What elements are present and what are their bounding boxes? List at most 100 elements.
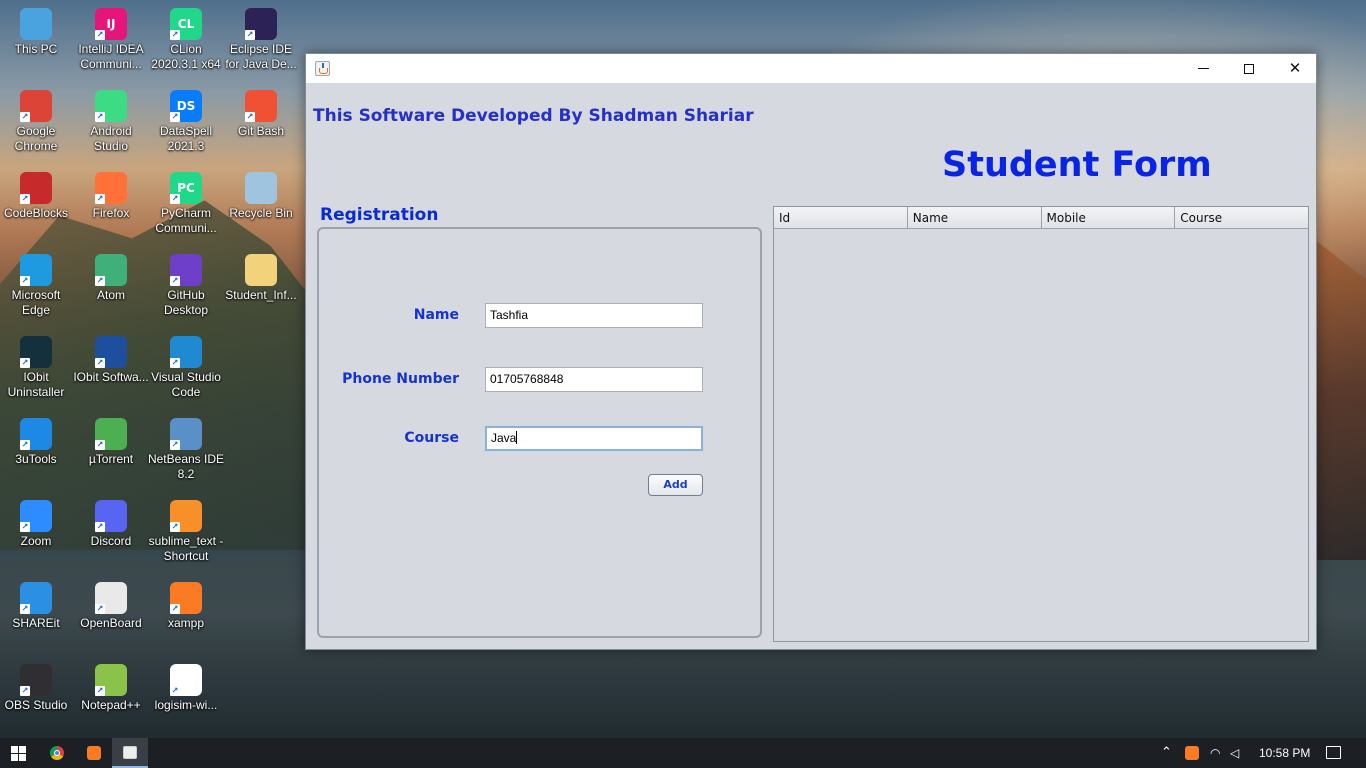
desktop-shortcut-label: Firefox: [92, 206, 130, 220]
shortcut-arrow-icon: ↗: [20, 194, 30, 204]
desktop-shortcut[interactable]: ↗ xampp: [147, 582, 225, 631]
desktop-shortcut[interactable]: ↗ Android Studio: [72, 90, 150, 154]
desktop-shortcut-label: Student_Inf...: [225, 288, 297, 302]
desktop-shortcut[interactable]: ↗ Discord: [72, 500, 150, 549]
desktop-shortcut[interactable]: ↗ OpenBoard: [72, 582, 150, 631]
desktop-shortcut-label: CodeBlocks: [3, 206, 69, 220]
desktop-shortcut[interactable]: DS ↗ DataSpell 2021.3: [147, 90, 225, 154]
column-header-id[interactable]: Id: [774, 207, 908, 229]
course-label: Course: [404, 430, 459, 446]
column-header-course[interactable]: Course: [1175, 207, 1308, 229]
desktop-shortcut[interactable]: Student_Inf...: [222, 254, 300, 303]
student-form-window[interactable]: ✕ This Software Developed By Shadman Sha…: [305, 53, 1317, 650]
add-button[interactable]: Add: [648, 474, 703, 496]
desktop-shortcut-label: SHAREit: [12, 616, 60, 630]
clock-time[interactable]: 10:58 PM: [1259, 746, 1310, 760]
desktop-shortcut[interactable]: ↗ IObit Softwa...: [72, 336, 150, 385]
desktop-shortcut[interactable]: ↗ Zoom: [0, 500, 75, 549]
desktop-shortcut[interactable]: ↗ OBS Studio: [0, 664, 75, 713]
intellij-icon: IJ ↗: [95, 8, 127, 40]
notepadpp-icon: ↗: [95, 664, 127, 696]
desktop-shortcut-label: Recycle Bin: [229, 206, 293, 220]
phone-number-field[interactable]: 01705768848: [485, 367, 703, 392]
column-header-mobile[interactable]: Mobile: [1041, 207, 1176, 229]
desktop-shortcut[interactable]: ↗ CodeBlocks: [0, 172, 75, 221]
desktop-shortcut-label: IObit Uninstaller: [7, 370, 65, 399]
desktop-shortcut[interactable]: ↗ logisim-wi...: [147, 664, 225, 713]
registration-title: Registration: [320, 205, 439, 225]
discord-icon: ↗: [95, 500, 127, 532]
desktop-shortcut-label: logisim-wi...: [154, 698, 218, 712]
xampp-icon: ↗: [170, 582, 202, 614]
desktop-shortcut[interactable]: ↗ GitHub Desktop: [147, 254, 225, 318]
desktop-shortcut[interactable]: ↗ 3uTools: [0, 418, 75, 467]
shortcut-arrow-icon: ↗: [20, 686, 30, 696]
desktop-shortcut[interactable]: CL ↗ CLion 2020.3.1 x64: [147, 8, 225, 72]
window-titlebar[interactable]: ✕: [306, 54, 1316, 83]
maximize-button[interactable]: [1226, 54, 1272, 83]
desktop-shortcut[interactable]: ↗ SHAREit: [0, 582, 75, 631]
desktop-shortcut-label: PyCharm Communi...: [155, 206, 217, 235]
shortcut-arrow-icon: ↗: [170, 440, 180, 450]
desktop-shortcut[interactable]: ↗ Microsoft Edge: [0, 254, 75, 318]
desktop-shortcut[interactable]: IJ ↗ IntelliJ IDEA Communi...: [72, 8, 150, 72]
desktop-shortcut-label: CLion 2020.3.1 x64: [151, 42, 221, 71]
computer-icon: [20, 8, 52, 40]
desktop-shortcut-label: IObit Softwa...: [73, 370, 149, 384]
desktop-shortcut[interactable]: ↗ IObit Uninstaller: [0, 336, 75, 400]
android-studio-icon: ↗: [95, 90, 127, 122]
utorrent-icon: ↗: [95, 418, 127, 450]
windows-start-icon: [11, 746, 26, 761]
desktop-shortcut[interactable]: ↗ Git Bash: [222, 90, 300, 139]
obs-icon: ↗: [20, 664, 52, 696]
desktop-shortcut-label: NetBeans IDE 8.2: [147, 452, 225, 481]
close-button[interactable]: ✕: [1272, 54, 1318, 83]
wifi-icon[interactable]: ◠: [1210, 746, 1220, 760]
notification-center-icon[interactable]: [1326, 746, 1341, 759]
show-hidden-icons-chevron-icon[interactable]: ⌃: [1161, 744, 1172, 760]
dataspell-icon: DS ↗: [170, 90, 202, 122]
desktop-shortcut[interactable]: This PC: [0, 8, 75, 57]
zoom-icon: ↗: [20, 500, 52, 532]
column-header-name[interactable]: Name: [907, 207, 1042, 229]
phone-number-label: Phone Number: [342, 371, 459, 387]
desktop-shortcut[interactable]: ↗ NetBeans IDE 8.2: [147, 418, 225, 482]
minimize-button[interactable]: [1180, 54, 1226, 83]
shortcut-arrow-icon: ↗: [170, 604, 180, 614]
volume-icon[interactable]: ◁: [1230, 746, 1239, 760]
desktop-shortcut[interactable]: ↗ Atom: [72, 254, 150, 303]
desktop-shortcut-label: OpenBoard: [80, 616, 142, 630]
student-table[interactable]: Id Name Mobile Course: [773, 206, 1309, 642]
desktop-shortcut[interactable]: ↗ Firefox: [72, 172, 150, 221]
shareit-icon: ↗: [20, 582, 52, 614]
course-field[interactable]: Java: [485, 426, 703, 451]
desktop-shortcut-label: Notepad++: [81, 698, 141, 712]
maximize-icon: [1244, 63, 1254, 74]
desktop-shortcut[interactable]: ↗ sublime_text - Shortcut: [147, 500, 225, 564]
desktop-shortcut-label: Android Studio: [90, 124, 132, 153]
desktop-shortcut-label: GitHub Desktop: [163, 288, 209, 317]
desktop-shortcut[interactable]: ↗ µTorrent: [72, 418, 150, 467]
shortcut-arrow-icon: ↗: [95, 686, 105, 696]
taskbar-java-app[interactable]: [112, 738, 148, 768]
desktop-shortcut[interactable]: Recycle Bin: [222, 172, 300, 221]
registration-panel: Name Tashfia Phone Number 01705768848 Co…: [317, 227, 762, 638]
taskbar-chrome[interactable]: [39, 738, 75, 768]
desktop-shortcut[interactable]: ↗ Eclipse IDE for Java De...: [222, 8, 300, 72]
taskbar-xampp[interactable]: [76, 738, 112, 768]
start-button[interactable]: [0, 738, 36, 768]
desktop-shortcut[interactable]: ↗ Notepad++: [72, 664, 150, 713]
xampp-tray-icon[interactable]: [1185, 746, 1199, 760]
java-icon[interactable]: [315, 61, 330, 76]
shortcut-arrow-icon: ↗: [95, 276, 105, 286]
name-field[interactable]: Tashfia: [485, 303, 703, 328]
desktop-shortcut[interactable]: PC ↗ PyCharm Communi...: [147, 172, 225, 236]
shortcut-arrow-icon: ↗: [20, 112, 30, 122]
shortcut-arrow-icon: ↗: [95, 522, 105, 532]
desktop-shortcut[interactable]: ↗ Google Chrome: [0, 90, 75, 154]
shortcut-arrow-icon: ↗: [95, 358, 105, 368]
desktop-shortcut-label: Discord: [90, 534, 132, 548]
vscode-icon: ↗: [170, 336, 202, 368]
desktop-shortcut[interactable]: ↗ Visual Studio Code: [147, 336, 225, 400]
firefox-icon: ↗: [95, 172, 127, 204]
